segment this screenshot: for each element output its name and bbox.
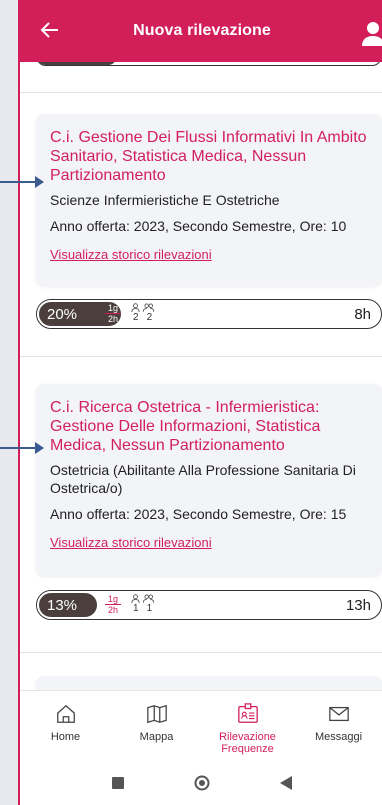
divider xyxy=(20,356,382,357)
history-link[interactable]: Visualizza storico rilevazioni xyxy=(50,247,212,262)
person-icon xyxy=(131,594,140,603)
nav-messages[interactable]: Messaggi xyxy=(293,691,382,760)
course-name: Ostetricia (Abilitante Alla Professione … xyxy=(50,462,356,496)
fraction-label: 1g 2h xyxy=(105,594,121,615)
progress-pill[interactable]: 13% 1g 2h 1 1 13h xyxy=(36,590,382,620)
offer-info: Anno offerta: 2023, Secondo Semestre, Or… xyxy=(50,506,347,522)
badge-icon xyxy=(237,703,258,723)
progress-percent: 13% xyxy=(47,597,78,614)
map-icon xyxy=(146,704,167,724)
count-a: 2 xyxy=(133,312,139,323)
progress-pill[interactable]: 20% 1g 2h 2 2 8h xyxy=(36,299,382,329)
count-b: 2 xyxy=(146,312,153,323)
course-card[interactable]: C.i. Ricerca Ostetrica - Infermieristica… xyxy=(36,384,382,576)
fraction-label: 1g 2h xyxy=(105,303,121,324)
group-icon xyxy=(143,303,154,312)
progress-percent: 20% xyxy=(47,306,78,323)
nav-home-label: Home xyxy=(50,731,81,743)
nav-messages-label: Messaggi xyxy=(314,731,363,743)
count-a: 1 xyxy=(133,603,139,614)
participants: 1 1 xyxy=(131,594,154,614)
phone-screen: Nuova rilevazione C.i. Gestione Dei Flus… xyxy=(18,0,382,805)
nav-map[interactable]: Mappa xyxy=(111,691,202,760)
course-card[interactable]: C.i. Gestione Dei Flussi Informativi In … xyxy=(36,114,382,286)
divider xyxy=(20,92,382,93)
divider xyxy=(20,652,382,653)
nav-attendance[interactable]: Rilevazione Frequenze xyxy=(202,691,293,760)
count-b: 1 xyxy=(146,603,153,614)
course-card-partial[interactable] xyxy=(36,676,382,690)
home-icon xyxy=(56,704,75,723)
fraction-numerator: 1g xyxy=(105,303,121,314)
back-arrow-icon[interactable] xyxy=(38,18,62,42)
home-circle-icon[interactable] xyxy=(194,775,210,791)
course-name: Scienze Infermieristiche E Ostetriche xyxy=(50,192,280,208)
hours-label: 13h xyxy=(345,597,371,614)
fraction-denominator: 2h xyxy=(107,605,118,615)
participants: 2 2 xyxy=(131,303,154,323)
person-icon xyxy=(131,303,140,312)
nav-map-label: Mappa xyxy=(139,731,174,743)
user-icon[interactable] xyxy=(360,20,382,46)
left-background xyxy=(0,0,18,805)
app-bar: Nuova rilevazione xyxy=(20,0,382,62)
course-title: C.i. Ricerca Ostetrica - Infermieristica… xyxy=(50,399,321,454)
pointer-arrow xyxy=(0,442,44,454)
fraction-numerator: 1g xyxy=(105,594,121,605)
fraction-denominator: 2h xyxy=(107,314,118,324)
offer-info: Anno offerta: 2023, Secondo Semestre, Or… xyxy=(50,218,347,234)
nav-home[interactable]: Home xyxy=(20,691,111,760)
history-link[interactable]: Visualizza storico rilevazioni xyxy=(50,535,212,550)
recent-apps-icon[interactable] xyxy=(112,776,124,789)
back-triangle-icon[interactable] xyxy=(280,775,292,790)
bottom-navigation: Home Mappa Rilevazione Frequenze Messagg… xyxy=(20,690,382,760)
hours-label: 8h xyxy=(354,306,371,323)
system-navigation-bar xyxy=(20,760,382,805)
mail-icon xyxy=(328,706,349,722)
course-title: C.i. Gestione Dei Flussi Informativi In … xyxy=(50,129,367,184)
page-title: Nuova rilevazione xyxy=(133,22,271,39)
content-list[interactable]: C.i. Gestione Dei Flussi Informativi In … xyxy=(20,62,382,690)
nav-attendance-label: Rilevazione Frequenze xyxy=(219,731,276,755)
pointer-arrow xyxy=(0,176,44,188)
previous-progress-pill xyxy=(36,62,382,66)
group-icon xyxy=(143,594,154,603)
